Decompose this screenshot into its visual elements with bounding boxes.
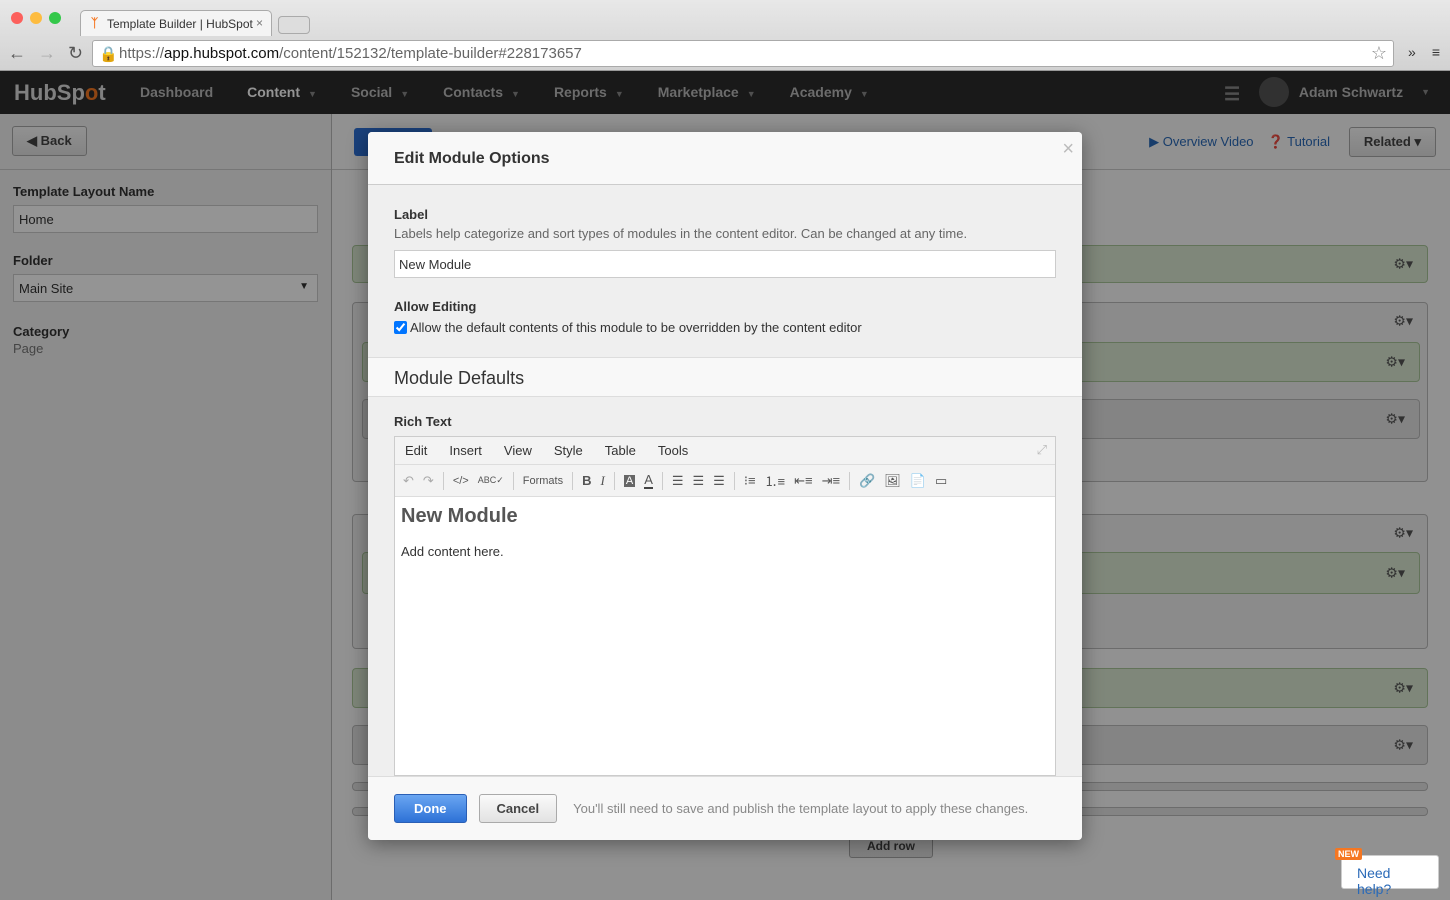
numbered-list-icon[interactable]: ⒈≡ bbox=[765, 471, 786, 490]
undo-icon[interactable]: ↶ bbox=[403, 473, 414, 489]
close-tab-icon[interactable]: × bbox=[256, 16, 263, 30]
document-icon[interactable]: 📄 bbox=[910, 473, 926, 489]
chrome-menu-icon[interactable]: ≡ bbox=[1432, 44, 1440, 60]
align-right-icon[interactable]: ☰ bbox=[713, 473, 725, 489]
browser-chrome: ᛉ Template Builder | HubSpot × ← → ↻ 🔒 https:… bbox=[0, 0, 1450, 71]
italic-icon[interactable]: I bbox=[601, 473, 605, 489]
formats-dropdown[interactable]: Formats bbox=[523, 475, 563, 487]
address-bar[interactable]: 🔒 https://app.hubspot.com/content/152132/… bbox=[92, 40, 1394, 67]
modal-title: Edit Module Options bbox=[394, 150, 550, 167]
menu-table[interactable]: Table bbox=[605, 443, 636, 458]
outdent-icon[interactable]: ⇤≡ bbox=[794, 473, 812, 489]
editor-toolbar: ↶ ↷ </> ABC✓ Formats BI AA ☰ ☰ ☰ ⁝≡ ⒈≡ ⇤≡ ⇥≡ 🔗 🖼… bbox=[395, 465, 1055, 497]
need-help-button[interactable]: NEW Need help? bbox=[1335, 848, 1439, 897]
allow-editing-checkbox[interactable] bbox=[394, 321, 407, 334]
bullet-list-icon[interactable]: ⁝≡ bbox=[744, 473, 756, 489]
link-icon[interactable]: 🔗 bbox=[859, 473, 875, 489]
close-icon[interactable]: × bbox=[1062, 138, 1074, 161]
embed-icon[interactable]: ▭ bbox=[935, 473, 947, 489]
forward-arrow-icon[interactable]: → bbox=[38, 43, 56, 64]
label-help: Labels help categorize and sort types of… bbox=[394, 226, 968, 241]
rich-text-label: Rich Text bbox=[394, 414, 452, 429]
source-code-icon[interactable]: </> bbox=[453, 475, 469, 487]
back-arrow-icon[interactable]: ← bbox=[8, 43, 26, 64]
footer-note: You'll still need to save and publish th… bbox=[573, 801, 1029, 816]
url-scheme: https:// bbox=[119, 45, 165, 62]
allow-editing-text: Allow the default contents of this modul… bbox=[410, 320, 862, 335]
extensions-chevron-icon[interactable]: » bbox=[1408, 44, 1416, 60]
editor-heading: New Module bbox=[401, 505, 518, 527]
new-tab-button[interactable] bbox=[278, 16, 310, 34]
hubspot-favicon-icon: ᛉ bbox=[91, 16, 99, 30]
redo-icon[interactable]: ↷ bbox=[423, 473, 434, 489]
menu-style[interactable]: Style bbox=[554, 443, 583, 458]
label-title: Label bbox=[394, 207, 428, 222]
allow-editing-option[interactable]: Allow the default contents of this modul… bbox=[394, 320, 1056, 335]
label-input[interactable]: New Module bbox=[394, 250, 1056, 278]
reload-icon[interactable]: ↻ bbox=[68, 43, 83, 64]
editor-content[interactable]: New Module Add content here. bbox=[395, 497, 1055, 567]
menu-view[interactable]: View bbox=[504, 443, 532, 458]
align-left-icon[interactable]: ☰ bbox=[672, 473, 684, 489]
image-icon[interactable]: 🖼 bbox=[884, 473, 901, 489]
rich-text-editor: Edit Insert View Style Table Tools ⤢ ↶ ↷ … bbox=[394, 436, 1056, 776]
done-button[interactable]: Done bbox=[394, 794, 467, 823]
bold-icon[interactable]: B bbox=[582, 473, 591, 488]
new-badge: NEW bbox=[1335, 848, 1362, 860]
url-host: app.hubspot.com bbox=[164, 45, 280, 62]
menu-edit[interactable]: Edit bbox=[405, 443, 427, 458]
menu-tools[interactable]: Tools bbox=[658, 443, 688, 458]
edit-module-modal: Edit Module Options × Label Labels help c… bbox=[368, 132, 1082, 840]
fullscreen-icon[interactable]: ⤢ bbox=[1037, 442, 1047, 458]
module-defaults-heading: Module Defaults bbox=[368, 357, 1082, 397]
tab-title: Template Builder | HubSpot bbox=[107, 17, 253, 31]
align-center-icon[interactable]: ☰ bbox=[693, 473, 705, 489]
cancel-button[interactable]: Cancel bbox=[478, 794, 558, 823]
lock-icon: 🔒 bbox=[99, 46, 118, 63]
menu-insert[interactable]: Insert bbox=[449, 443, 482, 458]
window-controls[interactable] bbox=[11, 12, 61, 24]
background-color-icon[interactable]: A bbox=[623, 474, 636, 487]
spellcheck-icon[interactable]: ABC✓ bbox=[478, 475, 504, 486]
editor-menubar: Edit Insert View Style Table Tools ⤢ bbox=[395, 437, 1055, 465]
url-path: /content/152132/template-builder#2281736… bbox=[279, 45, 582, 62]
bookmark-star-icon[interactable]: ☆ bbox=[1371, 43, 1387, 64]
allow-editing-title: Allow Editing bbox=[394, 299, 477, 314]
browser-tab[interactable]: ᛉ Template Builder | HubSpot × bbox=[80, 10, 272, 36]
text-color-icon[interactable]: A bbox=[644, 472, 653, 489]
modal-footer: Done Cancel You'll still need to save an… bbox=[368, 776, 1082, 840]
indent-icon[interactable]: ⇥≡ bbox=[822, 473, 840, 489]
editor-body: Add content here. bbox=[401, 544, 504, 559]
